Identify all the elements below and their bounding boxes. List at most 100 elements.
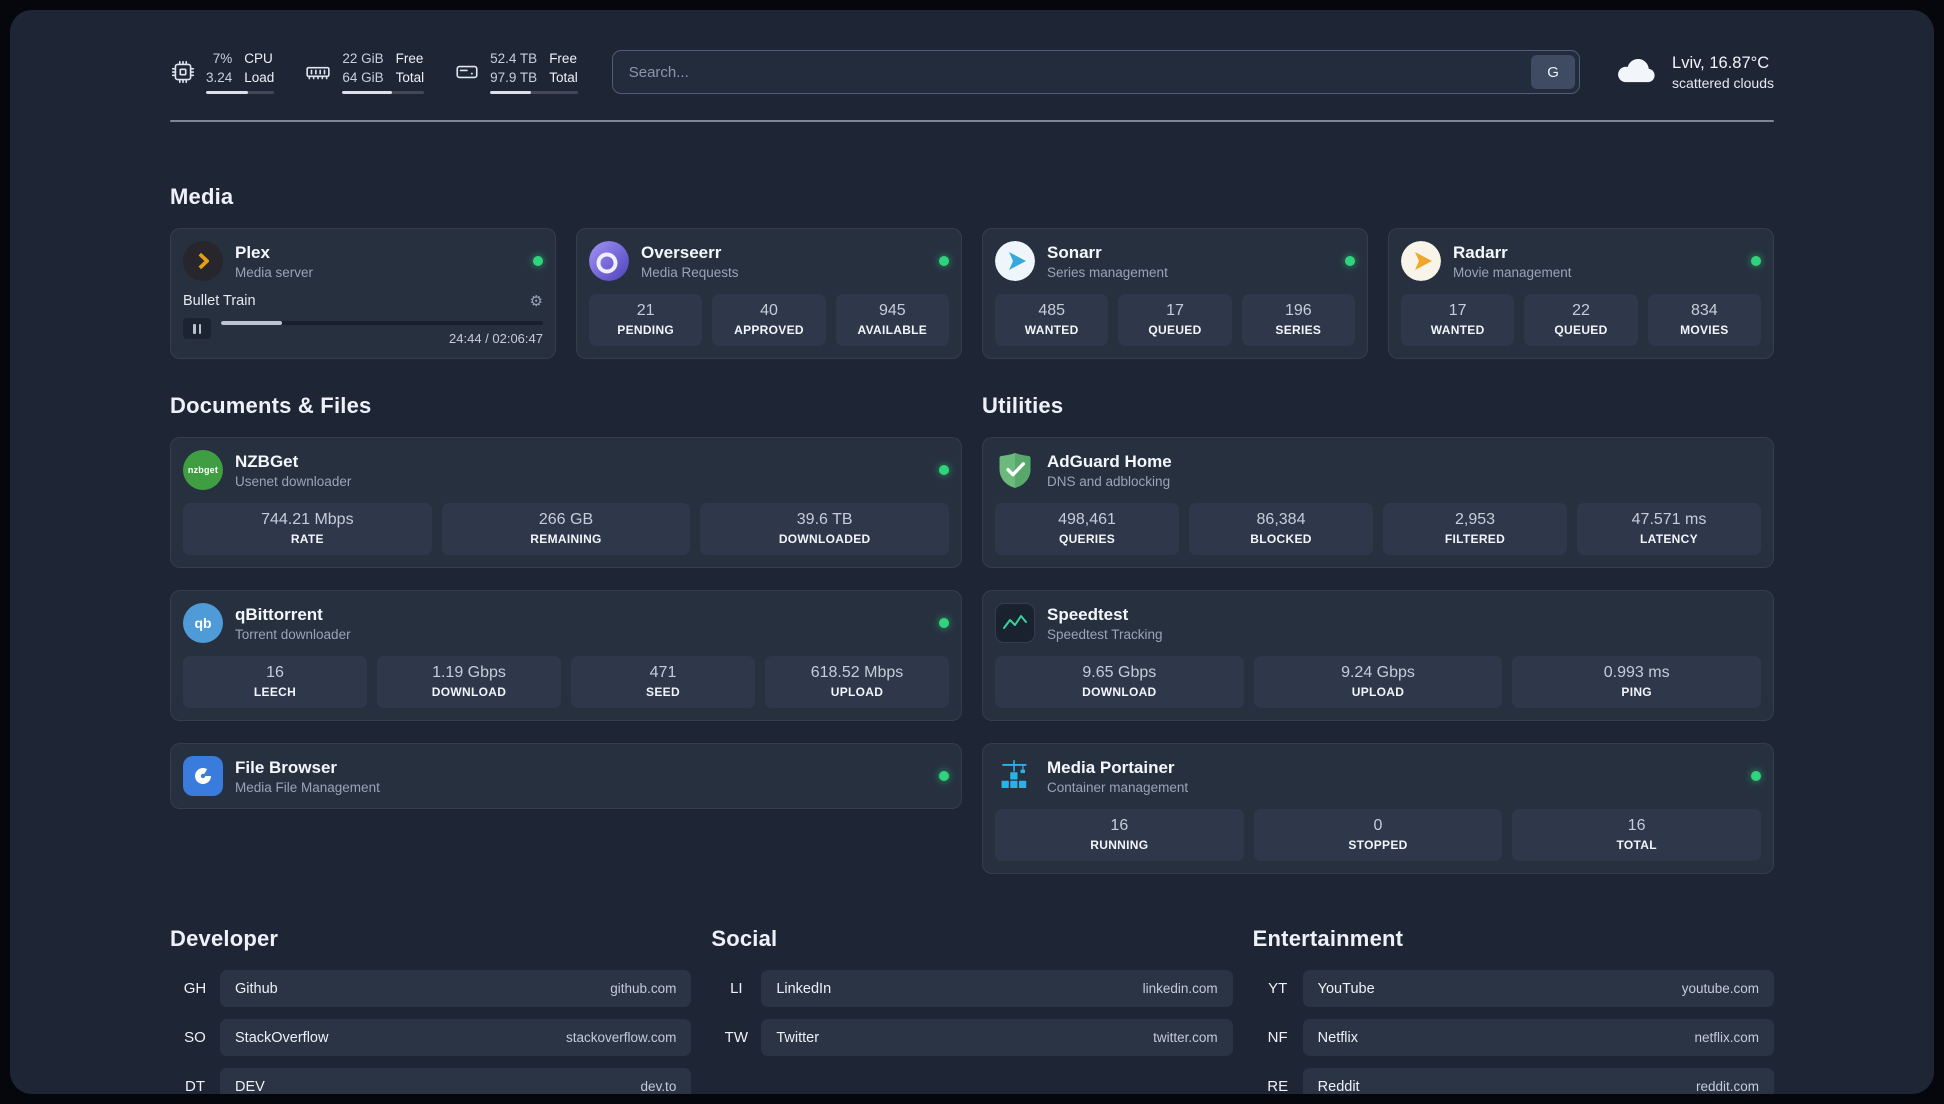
app-card-overseerr[interactable]: Overseerr Media Requests 21 PENDING 40 A… [576,228,962,360]
app-name: File Browser [235,757,338,777]
section-documents: Documents & Files nzbget NZBGet Usenet d… [170,393,962,810]
stats-row: 498,461 QUERIES 86,384 BLOCKED 2,953 FIL… [995,490,1761,556]
app-head-text: AdGuard Home DNS and adblocking [1047,452,1172,489]
app-card-radarr[interactable]: Radarr Movie management 17 WANTED 22 QUE… [1388,228,1774,360]
stat-remaining: 266 GB REMAINING [441,503,691,556]
bookmark-dev[interactable]: DT DEV dev.to [170,1068,692,1094]
stat-label: BLOCKED [1250,532,1312,547]
stats-row: 17 WANTED 22 QUEUED 834 MOVIES [1401,281,1761,347]
stat-value: 0 [1373,817,1383,835]
stats-row: 16 RUNNING 0 STOPPED 16 TOTAL [995,796,1761,862]
app-card-filebrowser[interactable]: File Browser Media File Management [170,743,962,810]
stat-pending: 21 PENDING [589,294,703,347]
stat-running: 16 RUNNING [995,809,1244,862]
cpu-widget: 7% CPU 3.24 Load [170,50,275,95]
stat-label: DOWNLOADED [778,532,871,547]
bookmark-linkedin[interactable]: LI LinkedIn linkedin.com [711,970,1233,1008]
stat-download: 9.65 Gbps DOWNLOAD [995,656,1244,709]
stat-wanted: 17 WANTED [1401,294,1515,347]
weather-widget[interactable]: Lviv, 16.87°C scattered clouds [1614,54,1774,91]
stat-label: QUERIES [1058,532,1116,547]
app-card-adguard[interactable]: AdGuard Home DNS and adblocking 498,461 … [982,437,1774,569]
bookmark-name: Github [235,980,278,997]
bookmark-netflix[interactable]: NF Netflix netflix.com [1253,1019,1774,1057]
app-name: Radarr [1453,242,1508,262]
stat-value: 1.19 Gbps [432,664,506,682]
stat-value: 618.52 Mbps [810,664,904,682]
app-card-plex[interactable]: Plex Media server Bullet Train ⚙ 24:44 /… [170,228,556,360]
section-title-utilities: Utilities [982,393,1064,419]
search-provider-button[interactable]: G [1531,55,1576,90]
bookmark-url: reddit.com [1695,1079,1759,1094]
weather-location: Lviv, 16.87°C [1672,53,1770,72]
stat-series: 196 SERIES [1241,294,1355,347]
app-description: DNS and adblocking [1047,473,1171,489]
disk-widget: 52.4 TB Free 97.9 TB Total [454,50,578,95]
app-card-portainer[interactable]: Media Portainer Container management 16 … [982,743,1774,875]
app-name: Speedtest [1047,604,1129,624]
bookmark-abbr: GH [183,980,207,998]
app-description: Speedtest Tracking [1047,626,1163,642]
stat-label: MOVIES [1680,323,1729,338]
stat-label: LATENCY [1640,532,1698,547]
status-online-dot [939,465,949,476]
section-title-social: Social [711,926,778,952]
bookmark-abbr: YT [1268,980,1288,998]
status-online-dot [939,618,949,629]
disk-progress-bar [490,91,578,95]
stat-value: 17 [1166,302,1184,320]
stat-upload: 9.24 Gbps UPLOAD [1253,656,1503,709]
search-input[interactable] [611,50,1581,95]
stat-ping: 0.993 ms PING [1512,656,1761,709]
bookmark-youtube[interactable]: YT YouTube youtube.com [1253,970,1774,1008]
stat-value: 945 [878,302,906,320]
stat-value: 86,384 [1256,511,1306,529]
bookmark-stackoverflow[interactable]: SO StackOverflow stackoverflow.com [170,1019,692,1057]
stat-movies: 834 MOVIES [1647,294,1761,347]
bookmark-group-developer: Developer GH Github github.com SO StackO… [170,926,692,1094]
bookmark-group-social: Social LI LinkedIn linkedin.com TW Twitt… [711,926,1233,1057]
pause-button[interactable] [183,318,211,340]
bookmark-reddit[interactable]: RE Reddit reddit.com [1253,1068,1774,1094]
app-description: Media File Management [235,779,380,795]
bookmark-url: dev.to [640,1079,677,1094]
bookmark-name: StackOverflow [235,1029,329,1046]
stats-row: 9.65 Gbps DOWNLOAD 9.24 Gbps UPLOAD 0.99… [995,643,1761,709]
stat-label: PENDING [617,323,675,338]
stat-value: 9.24 Gbps [1341,664,1415,682]
stat-label: WANTED [1430,323,1485,338]
bookmark-abbr: DT [185,1078,205,1094]
app-name: qBittorrent [235,604,323,624]
gear-icon[interactable]: ⚙ [530,294,543,309]
bookmark-name: YouTube [1317,980,1375,997]
app-name: Media Portainer [1047,757,1175,777]
bookmark-name: LinkedIn [776,980,832,997]
disk-progress-fill [490,91,532,95]
app-description: Usenet downloader [235,473,352,489]
app-card-speedtest[interactable]: Speedtest Speedtest Tracking 9.65 Gbps D… [982,590,1774,722]
app-card-qbittorrent[interactable]: qb qBittorrent Torrent downloader 16 LEE… [170,590,962,722]
bookmark-twitter[interactable]: TW Twitter twitter.com [711,1019,1233,1057]
nzbget-icon: nzbget [183,450,223,491]
stat-value: 21 [636,302,655,320]
app-description: Media Requests [641,264,739,280]
app-card-nzbget[interactable]: nzbget NZBGet Usenet downloader 744.21 M… [170,437,962,569]
status-online-dot [939,256,949,267]
app-card-sonarr[interactable]: Sonarr Series management 485 WANTED 17 Q… [982,228,1368,360]
stat-label: QUEUED [1148,323,1202,338]
app-description: Media server [235,264,314,280]
bookmark-github[interactable]: GH Github github.com [170,970,692,1008]
playback-progress-bar[interactable] [221,321,543,326]
stat-value: 196 [1284,302,1312,320]
stats-row: 16 LEECH 1.19 Gbps DOWNLOAD 471 SEED 618… [183,643,949,709]
disk-total-label: Total [549,69,578,85]
cpu-usage-label: CPU [244,51,273,66]
status-online-dot [1751,771,1761,782]
stat-label: RUNNING [1090,838,1149,853]
stat-stopped: 0 STOPPED [1253,809,1503,862]
cpu-readout: 7% CPU 3.24 Load [206,50,275,95]
stat-label: WANTED [1024,323,1079,338]
stat-downloaded: 39.6 TB DOWNLOADED [700,503,949,556]
app-head-text: Sonarr Series management [1047,243,1168,280]
status-online-dot [533,256,543,267]
